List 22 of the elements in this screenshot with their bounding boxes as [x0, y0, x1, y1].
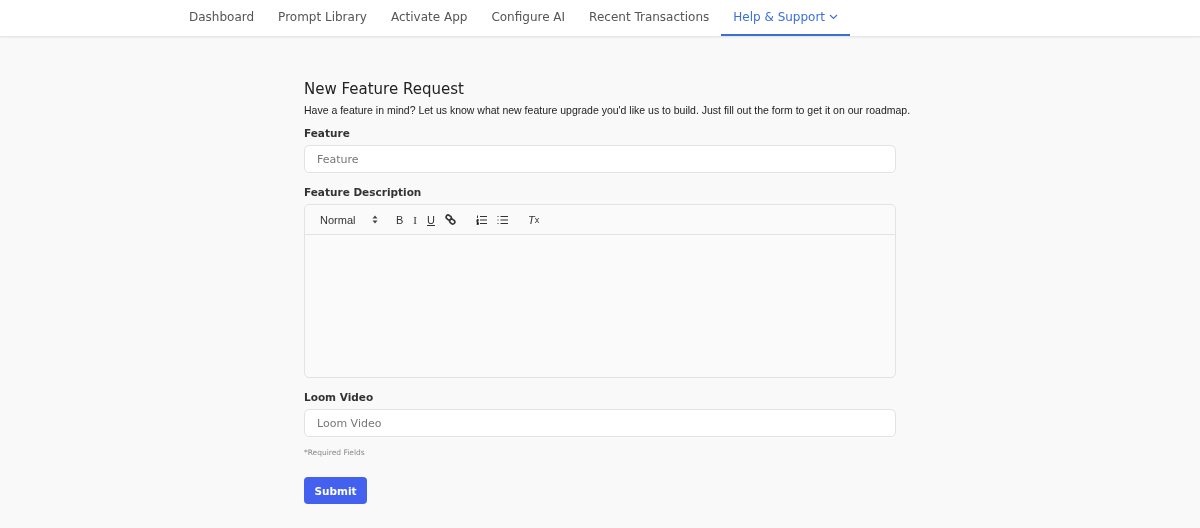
nav-tab[interactable]: Dashboard — [177, 0, 267, 36]
bold-button[interactable]: B — [393, 210, 407, 229]
link-icon — [444, 214, 456, 225]
nav-tab[interactable]: Prompt Library — [266, 0, 379, 36]
up-down-arrows-icon — [372, 215, 378, 224]
nav-tab[interactable]: Activate App — [378, 0, 480, 36]
field-label: Feature Description — [304, 186, 423, 198]
nav-tab[interactable]: Help & Support — [721, 0, 851, 36]
nav-tab[interactable]: Configure AI — [479, 0, 578, 36]
format-dropdown[interactable]: Normal — [317, 210, 381, 229]
bullet-list-icon — [496, 214, 508, 225]
italic-button[interactable]: I — [410, 210, 420, 229]
text-field[interactable]: Loom Video — [304, 409, 896, 437]
numbered-list-icon — [475, 214, 487, 225]
form-title: New Feature Request — [304, 80, 465, 98]
field-label: Feature — [304, 127, 351, 139]
form-description: Have a feature in mind? Let us know what new feature upgrade you'd like us to build. Just fill out the form to get it on our roadmap. — [304, 103, 911, 117]
nav-tab[interactable]: Recent Transactions — [577, 0, 722, 36]
text-field[interactable]: Feature — [304, 145, 896, 173]
submit-button[interactable]: Submit — [304, 477, 367, 504]
underline-button[interactable]: U — [424, 210, 438, 229]
field-label: Loom Video — [304, 391, 375, 403]
